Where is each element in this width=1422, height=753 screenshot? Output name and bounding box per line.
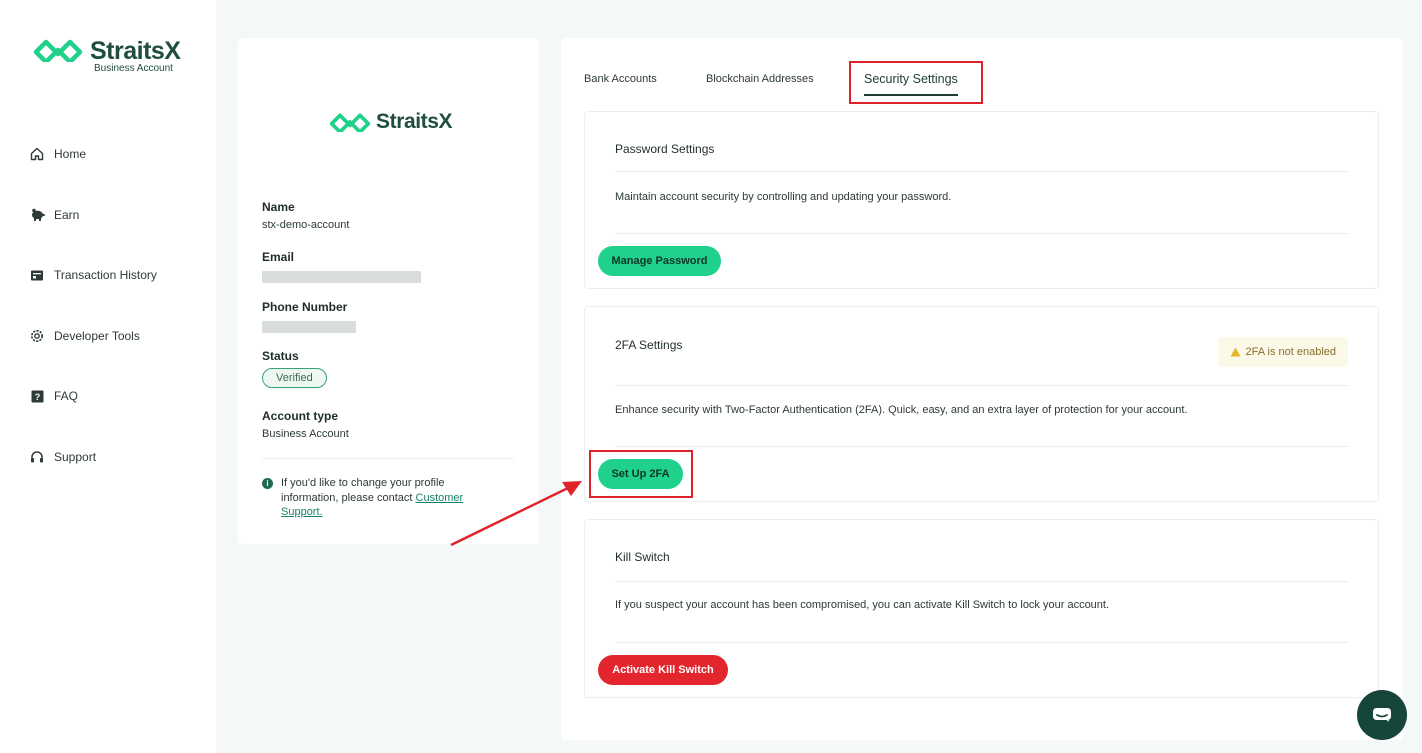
app-logo[interactable]: StraitsX Business Account bbox=[32, 37, 181, 74]
phone-label: Phone Number bbox=[262, 300, 348, 314]
password-settings-card: Password Settings Maintain account secur… bbox=[584, 111, 1379, 289]
status-label: Status bbox=[262, 349, 299, 363]
twofa-settings-card: 2FA Settings 2FA is not enabled Enhance … bbox=[584, 306, 1379, 502]
piggy-bank-icon bbox=[28, 206, 46, 224]
sidebar-item-label: Support bbox=[54, 449, 97, 464]
setup-2fa-highlight-box bbox=[589, 450, 693, 498]
name-value: stx-demo-account bbox=[262, 219, 350, 231]
sidebar-item-label: Home bbox=[54, 147, 87, 161]
chat-icon bbox=[1373, 708, 1391, 722]
manage-password-button[interactable]: Manage Password bbox=[598, 246, 721, 276]
sidebar-item-home[interactable]: Home bbox=[28, 136, 157, 172]
warning-icon bbox=[1230, 347, 1241, 357]
twofa-warning-text: 2FA is not enabled bbox=[1245, 346, 1336, 358]
sidebar-item-support[interactable]: Support bbox=[28, 439, 157, 475]
question-icon: ? bbox=[28, 387, 46, 405]
profile-card: StraitsX Name stx-demo-account Email Pho… bbox=[238, 38, 539, 544]
straitsx-logo-icon bbox=[33, 39, 83, 62]
sidebar-item-label: Developer Tools bbox=[54, 328, 140, 343]
tab-bank-accounts[interactable]: Bank Accounts bbox=[584, 70, 706, 94]
email-redacted bbox=[262, 271, 421, 283]
status-badge: Verified bbox=[262, 368, 327, 388]
straitsx-logo-icon bbox=[329, 113, 371, 132]
wallet-icon bbox=[28, 266, 46, 284]
profile-account-type-field: Account type Business Account bbox=[262, 409, 349, 440]
kill-switch-description: If you suspect your account has been com… bbox=[615, 599, 1110, 611]
card-divider bbox=[615, 581, 1348, 582]
sidebar-nav: Home Earn Transaction History Developer … bbox=[28, 136, 157, 500]
sidebar-item-label: FAQ bbox=[54, 389, 79, 404]
chat-support-button[interactable] bbox=[1357, 690, 1407, 740]
sidebar-item-label: Transaction History bbox=[54, 268, 157, 283]
profile-phone-field: Phone Number bbox=[262, 300, 356, 333]
card-divider bbox=[615, 642, 1348, 643]
kill-switch-card: Kill Switch If you suspect your account … bbox=[584, 519, 1379, 698]
twofa-warning-badge: 2FA is not enabled bbox=[1218, 337, 1348, 367]
twofa-settings-title: 2FA Settings bbox=[615, 338, 683, 352]
card-divider bbox=[615, 385, 1348, 386]
twofa-settings-description: Enhance security with Two-Factor Authent… bbox=[615, 404, 1188, 416]
card-divider bbox=[615, 233, 1348, 234]
name-label: Name bbox=[262, 200, 295, 214]
home-icon bbox=[28, 145, 46, 163]
sidebar-item-label: Earn bbox=[54, 207, 80, 222]
sidebar-item-earn[interactable]: Earn bbox=[28, 197, 157, 233]
annotation-arrow-icon bbox=[450, 481, 582, 547]
tab-highlight-box bbox=[849, 61, 983, 104]
password-settings-description: Maintain account security by controlling… bbox=[615, 191, 952, 203]
activate-kill-switch-button[interactable]: Activate Kill Switch bbox=[598, 655, 728, 685]
account-type-label: Account type bbox=[262, 409, 339, 423]
svg-text:?: ? bbox=[34, 392, 40, 402]
profile-logo: StraitsX bbox=[328, 110, 453, 134]
email-label: Email bbox=[262, 250, 295, 264]
profile-divider bbox=[262, 458, 514, 459]
profile-logo-text: StraitsX bbox=[376, 110, 453, 133]
info-icon: i bbox=[262, 478, 273, 489]
account-type-value: Business Account bbox=[262, 428, 349, 440]
sidebar-item-developer-tools[interactable]: Developer Tools bbox=[28, 318, 157, 354]
profile-email-field: Email bbox=[262, 250, 421, 283]
brand-subtitle: Business Account bbox=[94, 63, 173, 74]
headset-icon bbox=[28, 448, 46, 466]
profile-name-field: Name stx-demo-account bbox=[262, 200, 349, 231]
brand-name: StraitsX bbox=[90, 37, 181, 65]
phone-redacted bbox=[262, 321, 356, 333]
kill-switch-title: Kill Switch bbox=[615, 550, 670, 564]
gear-icon bbox=[28, 327, 46, 345]
sidebar-item-faq[interactable]: ? FAQ bbox=[28, 378, 157, 414]
sidebar-item-transaction-history[interactable]: Transaction History bbox=[28, 257, 157, 293]
password-settings-title: Password Settings bbox=[615, 142, 715, 156]
sidebar: StraitsX Business Account Home Earn Tran… bbox=[0, 0, 216, 753]
profile-status-field: Status Verified bbox=[262, 349, 327, 388]
card-divider bbox=[615, 171, 1348, 172]
card-divider bbox=[615, 446, 1348, 447]
tab-blockchain-addresses[interactable]: Blockchain Addresses bbox=[706, 70, 864, 94]
